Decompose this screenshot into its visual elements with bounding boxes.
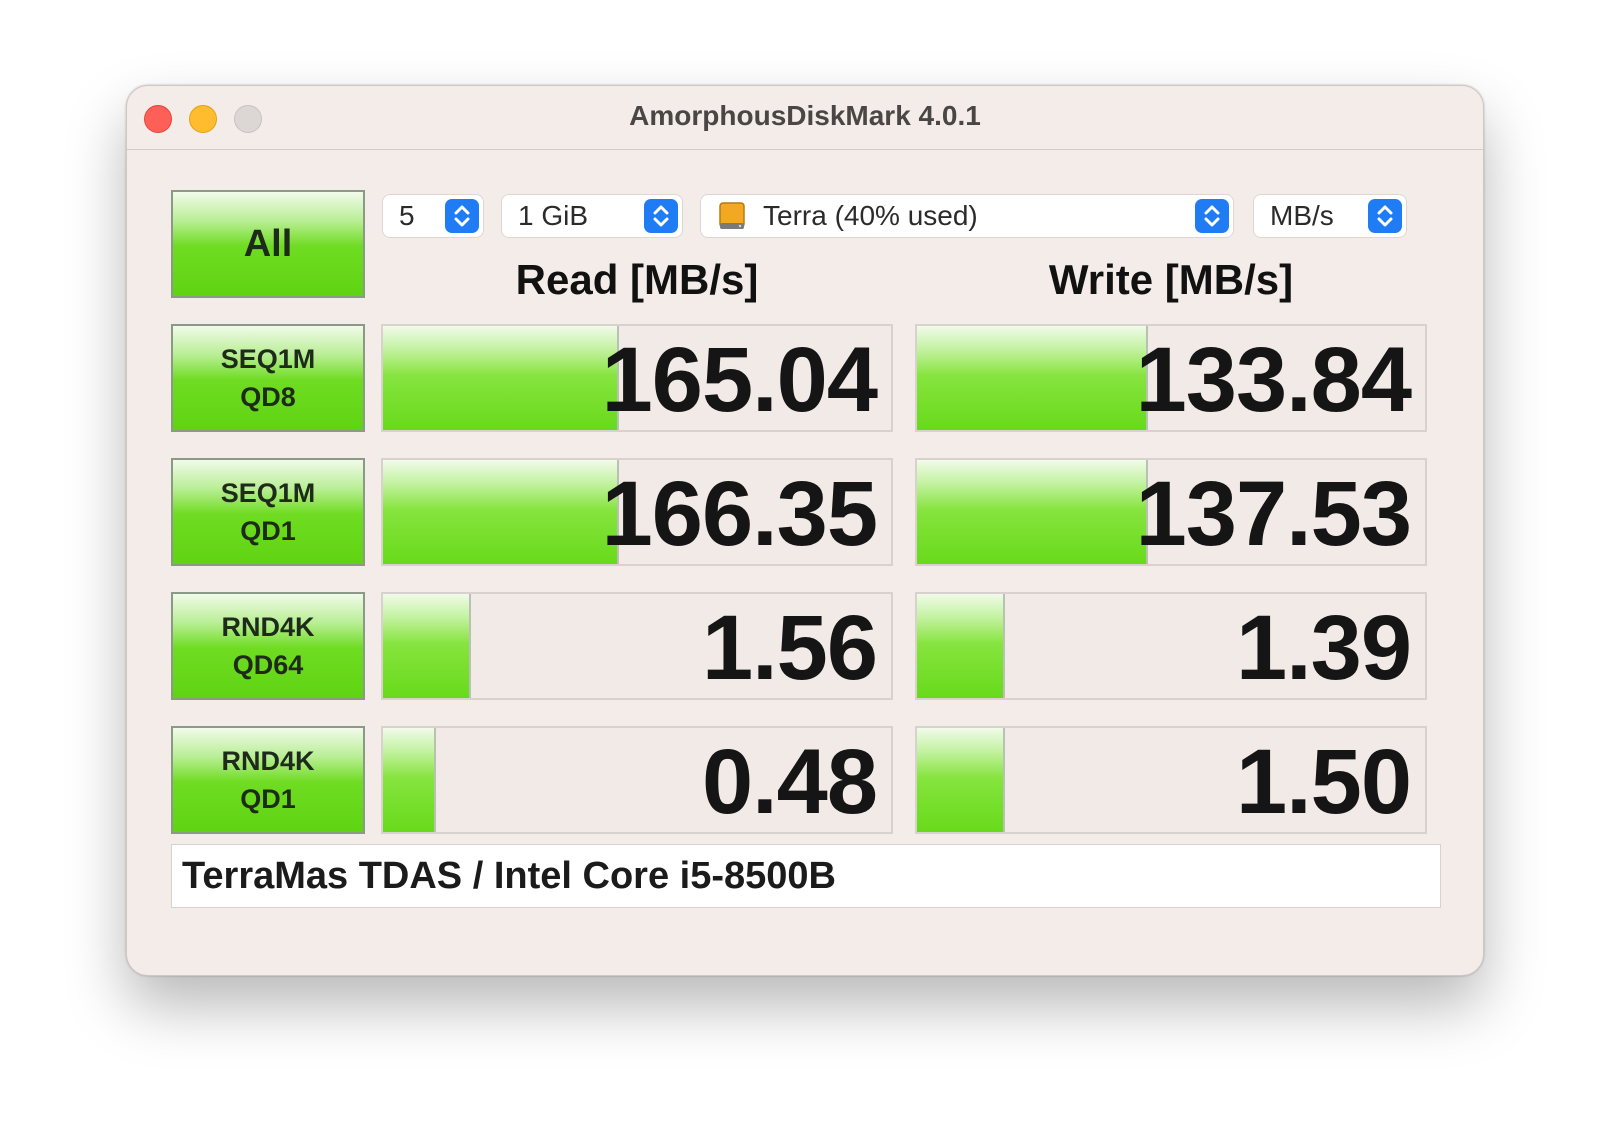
test-label-line1: RND4K	[221, 746, 315, 776]
count-value: 5	[399, 200, 415, 231]
read-column-header: Read [MB/s]	[515, 256, 759, 303]
write-result-cell: 1.39	[915, 592, 1427, 700]
read-result-bar	[383, 728, 436, 832]
test-label-line2: QD64	[232, 650, 304, 680]
write-result-cell: 137.53	[915, 458, 1427, 566]
chevron-updown-icon	[644, 199, 678, 233]
read-result-cell: 1.56	[381, 592, 893, 700]
write-column-header: Write [MB/s]	[1048, 256, 1294, 303]
write-result-cell: 1.50	[915, 726, 1427, 834]
test-label-line1: SEQ1M	[220, 478, 316, 508]
read-result-cell: 165.04	[381, 324, 893, 432]
write-result-cell: 133.84	[915, 324, 1427, 432]
read-result-value: 1.56	[701, 597, 878, 699]
write-result-bar	[917, 460, 1148, 564]
all-button-label: All	[243, 222, 293, 265]
write-result-value: 137.53	[1135, 463, 1412, 565]
write-result-value: 133.84	[1135, 329, 1412, 431]
chevron-updown-icon	[1368, 199, 1402, 233]
target-disk-select[interactable]: Terra (40% used)	[700, 194, 1234, 238]
test-label-line1: RND4K	[221, 612, 315, 642]
size-select[interactable]: 1 GiB	[501, 194, 683, 238]
chevron-updown-icon	[445, 199, 479, 233]
write-result-bar	[917, 326, 1148, 430]
read-result-value: 166.35	[601, 463, 878, 565]
write-result-bar	[917, 594, 1006, 698]
read-result-value: 0.48	[701, 731, 878, 833]
unit-value: MB/s	[1270, 200, 1334, 231]
write-result-value: 1.39	[1235, 597, 1412, 699]
read-result-value: 165.04	[601, 329, 878, 431]
read-result-cell: 0.48	[381, 726, 893, 834]
test-button-rnd4k-qd64[interactable]: RND4K QD64	[171, 592, 365, 700]
read-result-cell: 166.35	[381, 458, 893, 566]
test-button-seq1m-qd8[interactable]: SEQ1M QD8	[171, 324, 365, 432]
write-result-bar	[917, 728, 1006, 832]
chevron-updown-icon	[1195, 199, 1229, 233]
disk-icon	[717, 201, 747, 231]
test-button-seq1m-qd1[interactable]: SEQ1M QD1	[171, 458, 365, 566]
comment-field[interactable]: TerraMas TDAS / Intel Core i5-8500B	[171, 844, 1441, 908]
window-title: AmorphousDiskMark 4.0.1	[629, 100, 981, 131]
test-button-rnd4k-qd1[interactable]: RND4K QD1	[171, 726, 365, 834]
read-result-bar	[383, 460, 619, 564]
test-label-line1: SEQ1M	[220, 344, 316, 374]
read-result-bar	[383, 594, 472, 698]
target-disk-value: Terra (40% used)	[763, 200, 978, 231]
read-result-bar	[383, 326, 619, 430]
size-value: 1 GiB	[518, 200, 589, 231]
unit-select[interactable]: MB/s	[1253, 194, 1407, 238]
all-button[interactable]: All	[171, 190, 365, 298]
test-label-line2: QD1	[240, 784, 296, 814]
count-select[interactable]: 5	[382, 194, 484, 238]
test-label-line2: QD1	[240, 516, 296, 546]
app-window: AmorphousDiskMark 4.0.1 All 5 1 GiB Terr…	[126, 85, 1484, 976]
test-label-line2: QD8	[240, 382, 296, 412]
title-bar: AmorphousDiskMark 4.0.1	[127, 86, 1483, 150]
write-result-value: 1.50	[1235, 731, 1412, 833]
